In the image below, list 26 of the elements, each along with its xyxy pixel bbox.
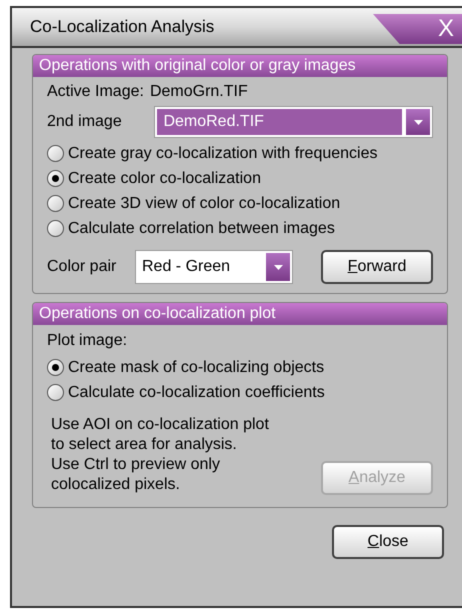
image-dropdown[interactable]: DemoRed.TIF (154, 106, 433, 138)
hint-text: Use AOI on co-localization plot to select area for analysis. Use Ctrl to preview only colocalized pixels. (50, 415, 270, 495)
option-label[interactable]: Create 3D view of color co-localization (68, 192, 340, 216)
radio-button[interactable] (47, 384, 64, 401)
forward-button[interactable]: Forward (321, 250, 433, 284)
radio-button[interactable] (47, 170, 64, 187)
group-header: Operations with original color or gray images (33, 55, 447, 77)
field-label: Active Image: (47, 82, 144, 102)
option-label[interactable]: Create color co-localization (68, 166, 261, 190)
close-button[interactable]: Close (332, 525, 444, 559)
option-label[interactable]: Create mask of co-localizing objects (68, 356, 324, 380)
radio-button[interactable] (47, 220, 64, 237)
field-label: Plot image: (47, 331, 128, 351)
option-label[interactable]: Create gray co-localization with frequencies (68, 142, 378, 166)
option-label[interactable]: Calculate correlation between images (68, 216, 335, 240)
radio-button[interactable] (47, 359, 64, 376)
active-image-value: DemoGrn.TIF (150, 82, 248, 102)
field-label: Color pair (47, 257, 118, 277)
group-header: Operations on co-localization plot (33, 303, 447, 325)
window-title: Co-Localization Analysis (30, 16, 214, 38)
close-button[interactable]: X (438, 14, 454, 44)
field-label: 2nd image (47, 112, 123, 132)
radio-button[interactable] (47, 195, 64, 212)
color-pair-dropdown[interactable]: Red - Green (135, 250, 293, 284)
radio-button[interactable] (47, 145, 64, 162)
option-label[interactable]: Calculate co-localization coefficients (68, 380, 325, 404)
